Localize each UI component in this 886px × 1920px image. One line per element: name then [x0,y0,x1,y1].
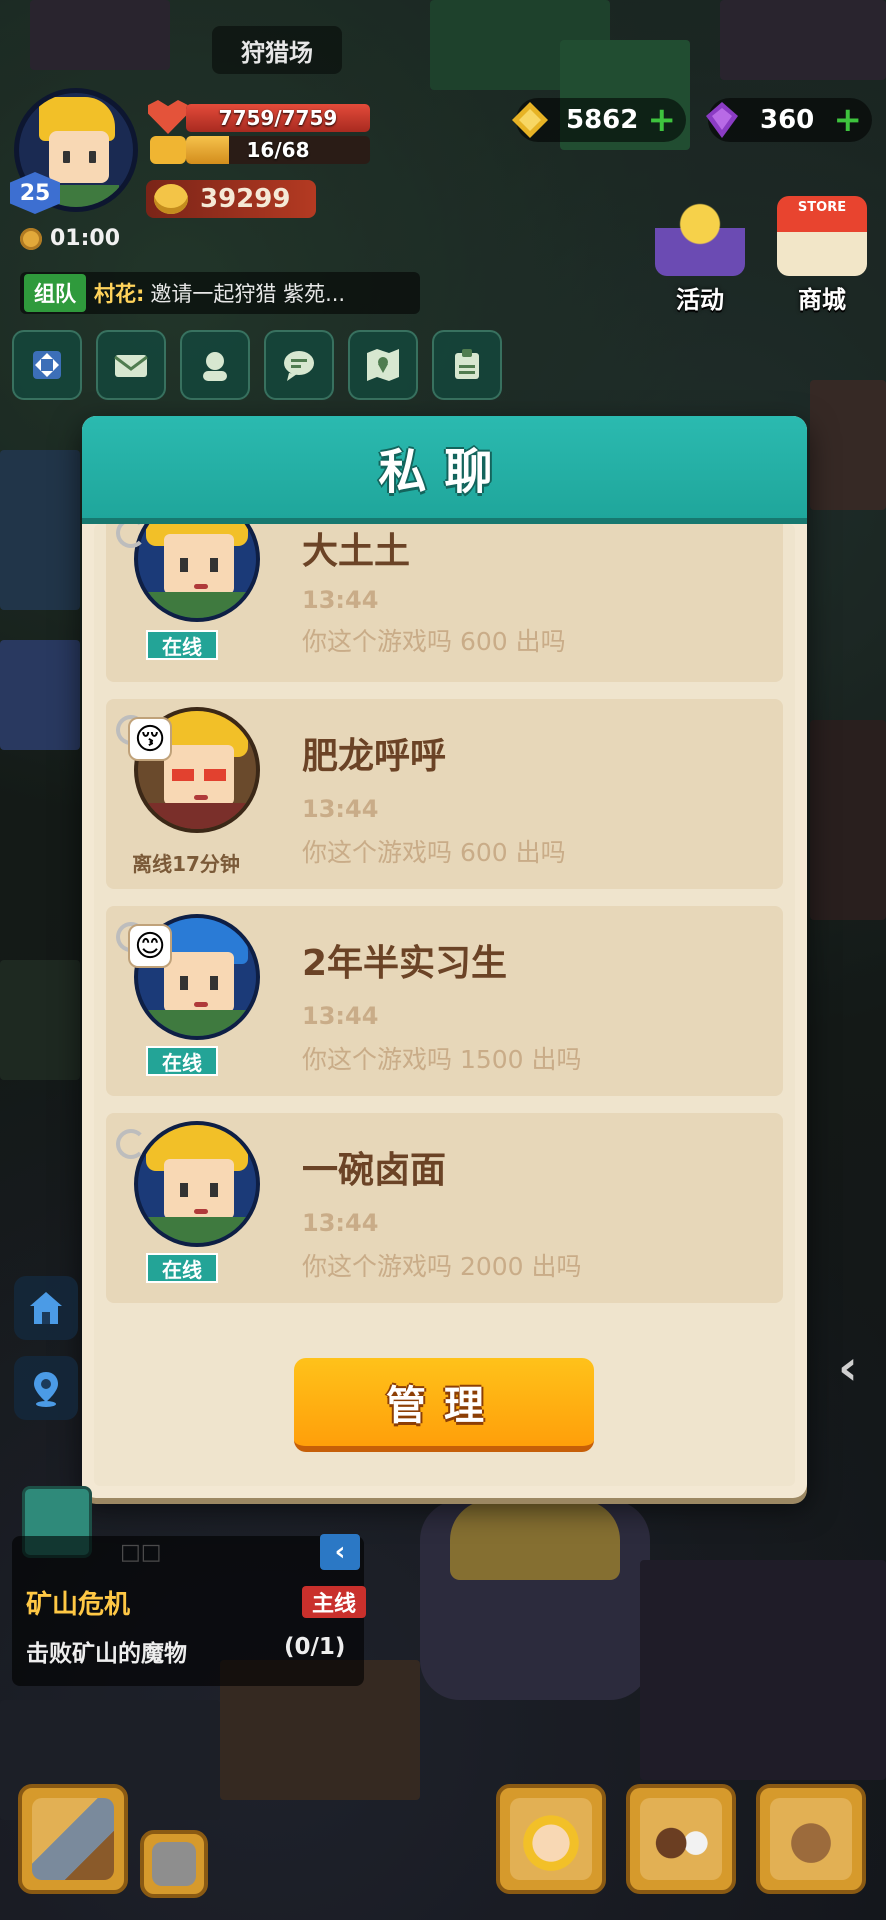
team-tag: 组队 [24,274,86,312]
purple-gem-amount: 360 [760,105,815,135]
message-time: 13:44 [302,1209,379,1237]
energy-bar-text: 16/68 [246,138,310,162]
hp-bar: 7759/7759 [186,104,370,132]
quest-tracker[interactable]: 矿山危机 主线 击败矿山的魔物 (0/1) [12,1536,366,1686]
message-time: 13:44 [302,1002,379,1030]
mail-icon[interactable] [96,330,166,400]
friend-name: 2年半实习生 [302,943,508,984]
store-sign: STORE [797,200,847,215]
online-status-badge: 在线 [146,630,218,660]
team-chat-ticker[interactable]: 组队 村花: 邀请一起狩猎 紫苑... [20,272,420,314]
map-icon[interactable] [348,330,418,400]
store-icon: STORE [777,196,867,276]
team-sender: 村花: [94,282,145,306]
gold-counter[interactable]: 39299 [146,180,316,218]
chat-list-panel[interactable]: 在线 大土土 13:44 你这个游戏吗 600 出吗 😚 离线17分钟 肥龙呼呼… [94,524,795,1486]
message-preview: 你这个游戏吗 2000 出吗 [302,1252,582,1281]
build-hammer-button[interactable] [18,1784,128,1894]
coin-stack-icon [154,184,188,214]
add-purple-gem-icon[interactable]: + [834,100,863,140]
expand-icon[interactable] [12,330,82,400]
friend-avatar [134,1121,260,1247]
chat-row[interactable]: 在线 一碗卤面 13:44 你这个游戏吗 2000 出吗 [106,1113,783,1303]
chat-icon[interactable] [264,330,334,400]
chat-row[interactable]: 😚 离线17分钟 肥龙呼呼 13:44 你这个游戏吗 600 出吗 [106,699,783,889]
dialog-header: 私聊 [82,416,807,524]
character-portrait-icon [510,1798,592,1880]
manage-button[interactable]: 管理 [294,1358,594,1452]
character-button[interactable] [496,1784,606,1894]
gold-amount: 39299 [200,184,291,214]
expand-right-icon[interactable]: ‹ [838,1340,886,1396]
purple-gem-counter[interactable]: 360 + [706,98,872,142]
store-label: 商城 [798,286,846,314]
private-chat-dialog: 私聊 在线 大土土 13:44 你这个游戏吗 600 出吗 😚 离线17分钟 肥… [82,416,807,1498]
camera-icon [152,1842,196,1886]
message-time: 13:44 [302,586,379,614]
online-status-badge: 在线 [146,1253,218,1283]
day-timer: 01:00 [20,226,120,251]
chat-list: 在线 大土土 13:44 你这个游戏吗 600 出吗 😚 离线17分钟 肥龙呼呼… [106,524,783,1320]
activity-button[interactable]: 活动 [652,196,748,314]
purple-gem-icon [706,102,738,138]
energy-icon [150,136,186,164]
quest-collapse-button[interactable]: ‹ [320,1534,360,1570]
quest-title: 矿山危机 [26,1590,131,1620]
quest-progress: (0/1) [284,1634,346,1660]
activity-label: 活动 [676,286,724,314]
add-yellow-gem-icon[interactable]: + [648,100,677,140]
pets-icon [640,1798,722,1880]
friend-name: 大土土 [302,531,411,572]
shortcut-bar [12,330,502,400]
dialog-title: 私聊 [378,444,511,500]
message-time: 13:44 [302,795,379,823]
smile-emoji-icon: 😊 [128,924,172,968]
hook-icon [116,1129,146,1159]
online-status-badge: 在线 [146,1046,218,1076]
backpack-button[interactable] [756,1784,866,1894]
friends-icon[interactable] [180,330,250,400]
location-pin-icon [34,1372,58,1407]
home-icon [30,1292,62,1324]
friend-name: 一碗卤面 [302,1150,447,1191]
friend-avatar [134,524,260,622]
locate-button[interactable] [14,1356,78,1420]
team-message: 邀请一起狩猎 紫苑... [150,282,346,306]
camera-button[interactable] [140,1830,208,1898]
home-button[interactable] [14,1276,78,1340]
yellow-gem-amount: 5862 [566,105,639,135]
friend-name: 肥龙呼呼 [302,736,447,777]
quest-description: 击败矿山的魔物 [26,1641,187,1667]
yellow-gem-icon [512,102,548,138]
quest-main-tag: 主线 [302,1586,366,1618]
message-preview: 你这个游戏吗 600 出吗 [302,838,566,867]
hp-bar-text: 7759/7759 [218,106,338,130]
yellow-gem-counter[interactable]: 5862 + [512,98,686,142]
store-button[interactable]: STORE 商城 [774,196,870,314]
message-preview: 你这个游戏吗 1500 出吗 [302,1045,582,1074]
sun-icon [20,227,42,250]
timer-text: 01:00 [50,226,121,251]
pets-button[interactable] [626,1784,736,1894]
location-label: 狩猎场 [212,26,342,74]
energy-bar: 16/68 [186,136,370,164]
backpack-icon [770,1798,852,1880]
message-preview: 你这个游戏吗 600 出吗 [302,627,566,656]
chat-row[interactable]: 在线 大土土 13:44 你这个游戏吗 600 出吗 [106,524,783,682]
gift-star-icon [655,196,745,276]
chat-row[interactable]: 😊 在线 2年半实习生 13:44 你这个游戏吗 1500 出吗 [106,906,783,1096]
notice-board-icon[interactable] [432,330,502,400]
kiss-emoji-icon: 😚 [128,717,172,761]
hammer-icon [32,1798,114,1880]
offline-status-text: 离线17分钟 [132,851,240,876]
